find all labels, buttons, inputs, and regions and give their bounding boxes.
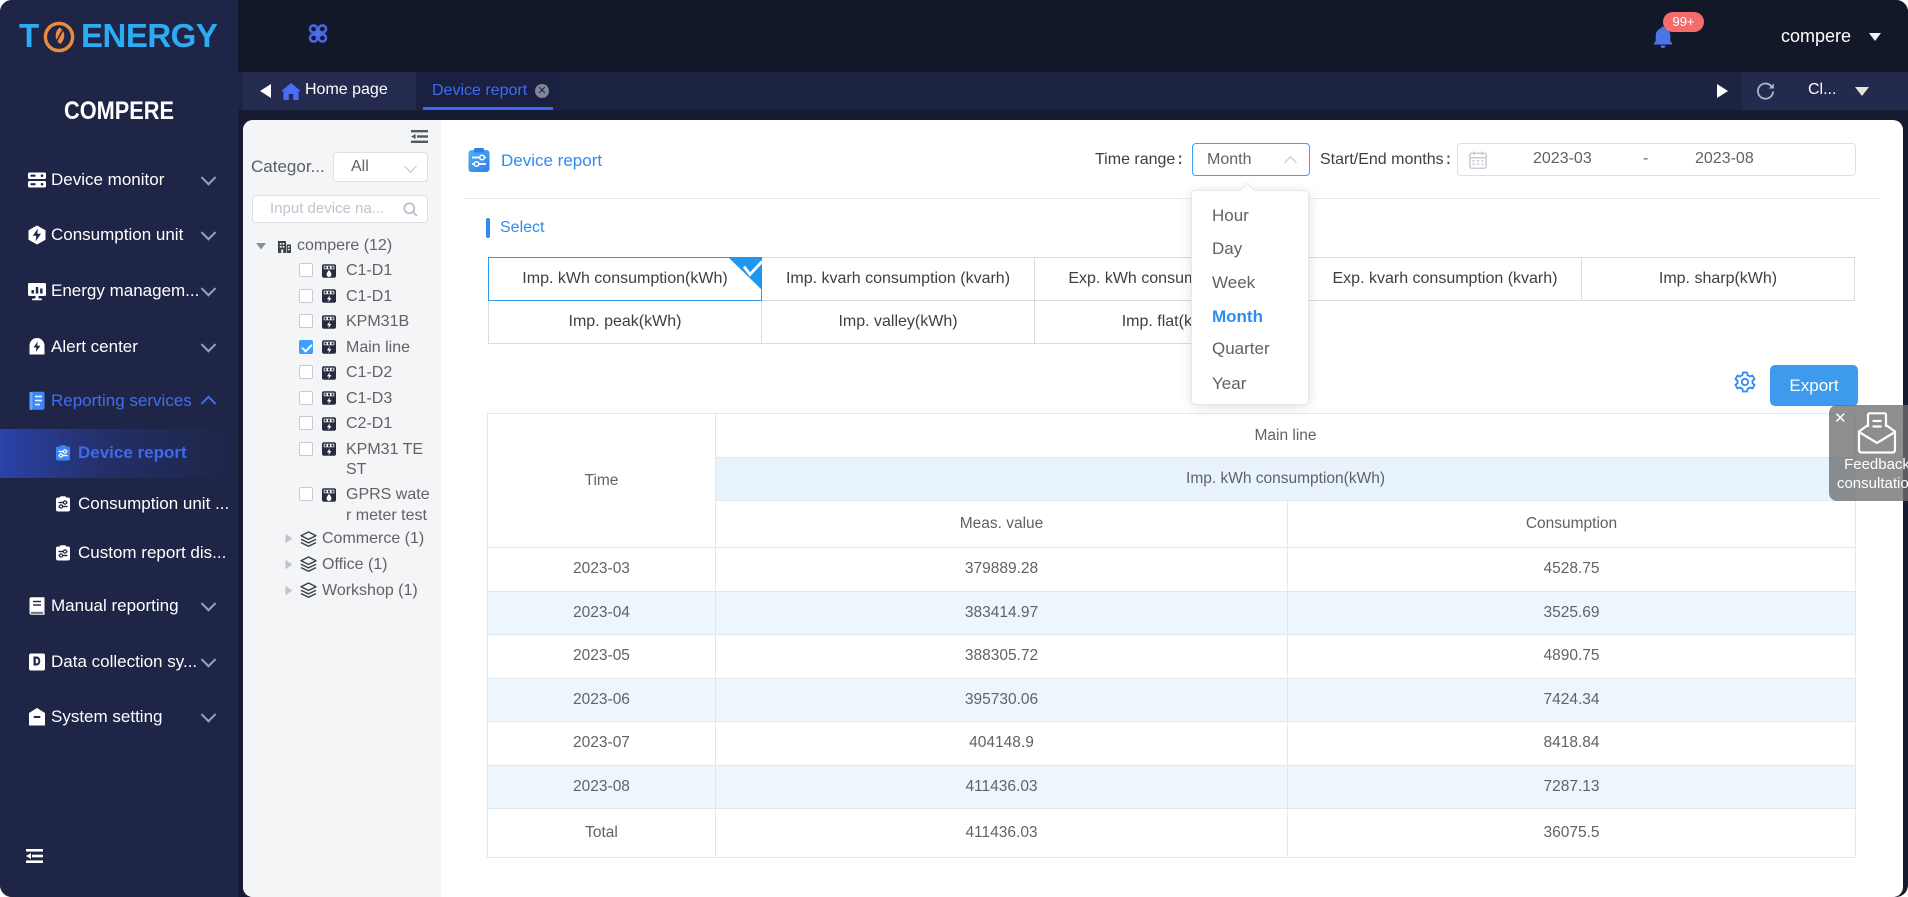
svg-text:ENERGY: ENERGY [81,19,218,53]
svg-text:T: T [19,19,39,53]
